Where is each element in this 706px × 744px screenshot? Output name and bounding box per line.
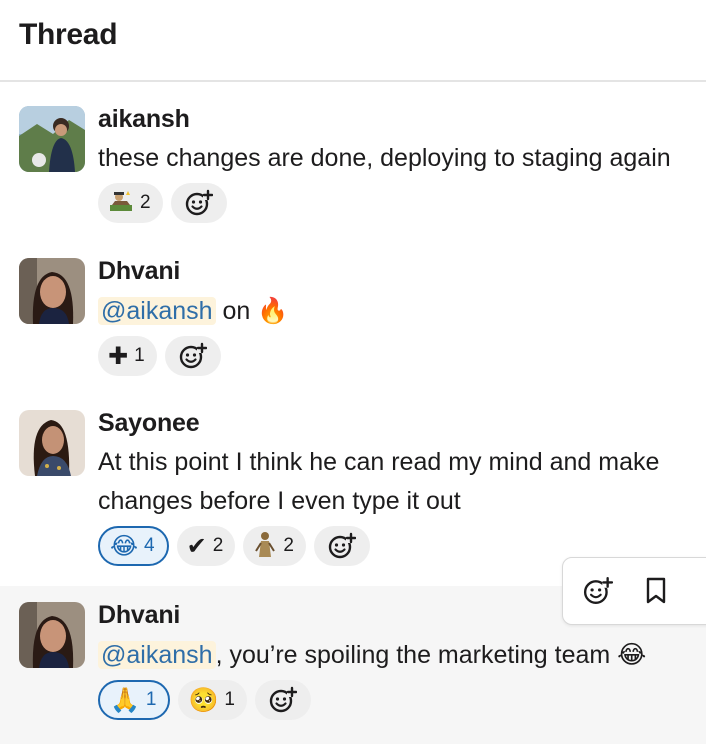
message-text-line: changes before I even type it out (98, 487, 461, 515)
user-mention[interactable]: @aikansh (98, 641, 216, 669)
add-reaction-button[interactable] (313, 526, 370, 566)
avatar[interactable] (19, 106, 85, 172)
add-reaction-icon (583, 576, 613, 604)
reaction-pill[interactable]: 2 (98, 183, 163, 223)
reaction-pill[interactable]: ✚ 1 (98, 336, 157, 376)
add-reaction-icon (269, 686, 297, 713)
message-item: aikansh these changes are done, deployin… (0, 100, 706, 240)
message-text: At this point I think he can read my min… (98, 443, 706, 521)
message-hover-toolbar (562, 557, 706, 625)
custom-figure-emoji-icon (253, 531, 277, 561)
avatar[interactable] (19, 258, 85, 324)
reaction-count: 1 (224, 689, 235, 710)
reaction-count: 1 (145, 689, 157, 710)
reaction-pill-selected[interactable]: 😂 4 (98, 526, 169, 566)
message-item: Dhvani @aikansh on 🔥 ✚ 1 (0, 252, 706, 392)
user-mention[interactable]: @aikansh (98, 297, 216, 325)
message-text-body: on (215, 297, 258, 325)
message-author[interactable]: Sayonee (98, 408, 706, 438)
message-text-line: At this point I think he can read my min… (98, 448, 660, 476)
message-author[interactable]: aikansh (98, 104, 706, 134)
page-title: Thread (19, 18, 118, 51)
joy-emoji-icon: 😂 (110, 532, 139, 560)
reaction-pill[interactable]: ✔ 2 (176, 526, 236, 566)
reaction-count: 2 (212, 535, 224, 556)
reaction-pill[interactable]: 🥺 1 (178, 680, 247, 720)
add-reaction-icon (179, 342, 207, 369)
joy-emoji-icon: 😂 (617, 640, 647, 669)
pleading-emoji-icon: 🥺 (188, 686, 219, 714)
pray-emoji-icon: 🙏 (110, 686, 140, 714)
message-text: @aikansh, you’re spoiling the marketing … (98, 635, 706, 675)
reaction-count: 4 (144, 535, 155, 556)
message-text: these changes are done, deploying to sta… (98, 144, 671, 172)
reaction-pill[interactable]: 2 (243, 526, 306, 566)
add-reaction-button[interactable] (164, 336, 221, 376)
reaction-count: 2 (283, 535, 294, 556)
avatar[interactable] (19, 602, 85, 668)
message-text: @aikansh on 🔥 (98, 291, 706, 331)
reaction-pill-selected[interactable]: 🙏 1 (98, 680, 171, 720)
reaction-count: 2 (140, 192, 151, 213)
reaction-bar: 2 (98, 183, 706, 223)
bookmark-icon (646, 577, 666, 604)
toolbar-add-reaction-button[interactable] (581, 574, 615, 608)
reaction-bar: 🙏 1 🥺 1 (98, 680, 706, 720)
add-reaction-icon (328, 532, 356, 559)
bookmark-button[interactable] (639, 574, 673, 608)
message-author[interactable]: Dhvani (98, 256, 706, 286)
fire-emoji-icon: 🔥 (257, 296, 289, 325)
avatar[interactable] (19, 410, 85, 476)
add-reaction-button[interactable] (254, 680, 311, 720)
reaction-bar: ✚ 1 (98, 336, 706, 376)
thread-header: Thread (0, 0, 706, 82)
add-reaction-button[interactable] (170, 183, 227, 223)
plus-emoji-icon: ✚ (108, 342, 129, 370)
add-reaction-icon (185, 189, 213, 216)
ship-it-emoji-icon (108, 189, 134, 217)
check-emoji-icon: ✔ (186, 532, 207, 560)
reaction-count: 1 (134, 345, 145, 366)
message-text-body: , you’re spoiling the marketing team (215, 641, 618, 669)
